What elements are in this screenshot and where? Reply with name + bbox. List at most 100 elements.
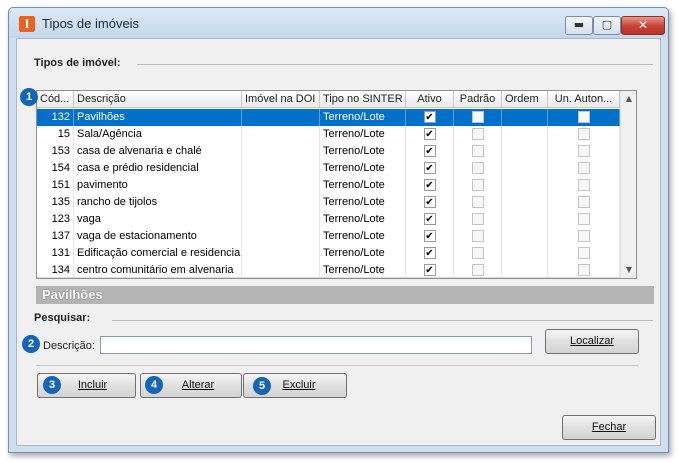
table-cell-code: 15 [37, 126, 74, 143]
table-cell-sinter: Terreno/Lote [320, 211, 406, 228]
padrao-checkbox[interactable] [471, 145, 484, 157]
table-row[interactable]: 15 Sala/Agência Terreno/Lote ✔ [37, 126, 620, 143]
ativo-checkbox[interactable]: ✔ [423, 213, 436, 225]
table-row[interactable]: 131 Edificação comercial e residencial Ter… [37, 245, 620, 262]
table-cell-ordem [502, 126, 548, 143]
table-cell-sinter: Terreno/Lote [320, 194, 406, 211]
table-bottom-edge [37, 277, 620, 278]
padrao-checkbox[interactable] [471, 230, 484, 242]
table-cell-padrao [454, 109, 502, 126]
padrao-checkbox[interactable] [471, 111, 484, 123]
group-divider [137, 64, 653, 65]
table-cell-ativo: ✔ [406, 143, 454, 160]
un_auton-checkbox[interactable] [577, 230, 590, 242]
minimize-button[interactable]: ▬ [565, 16, 593, 35]
table-row[interactable]: 132 Pavilhões Terreno/Lote ✔ [37, 109, 620, 126]
un_auton-checkbox[interactable] [577, 264, 590, 276]
un_auton-checkbox[interactable] [577, 162, 590, 174]
table-cell-sinter: Terreno/Lote [320, 245, 406, 262]
table-cell-code: 137 [37, 228, 74, 245]
un_auton-checkbox[interactable] [577, 196, 590, 208]
un_auton-checkbox[interactable] [577, 179, 590, 191]
table-cell-description: rancho de tijolos [74, 194, 242, 211]
col-header-ordem[interactable]: Ordem [502, 91, 548, 108]
col-header-ativo[interactable]: Ativo [406, 91, 454, 108]
ativo-checkbox[interactable]: ✔ [423, 162, 436, 174]
ativo-checkbox[interactable]: ✔ [423, 230, 436, 242]
col-header-descricao[interactable]: Descrição [74, 91, 242, 108]
col-header-codigo[interactable]: Cód... [37, 91, 74, 108]
table-cell-padrao [454, 211, 502, 228]
callout-badge-2: 2 [22, 335, 40, 353]
scroll-up-icon[interactable]: ▲ [621, 91, 636, 107]
types-table[interactable]: Cód... Descrição Imóvel na DOI Tipo no SINT… [36, 90, 637, 279]
table-cell-un-auton [548, 194, 620, 211]
table-cell-un-auton [548, 126, 620, 143]
padrao-checkbox[interactable] [471, 179, 484, 191]
table-row[interactable]: 137 vaga de estacionamento Terreno/Lote ✔ [37, 228, 620, 245]
table-cell-doi [242, 245, 320, 262]
table-cell-code: 151 [37, 177, 74, 194]
table-row[interactable]: 151 pavimento Terreno/Lote ✔ [37, 177, 620, 194]
padrao-checkbox[interactable] [471, 247, 484, 259]
callout-badge-5: 5 [253, 377, 271, 395]
ativo-checkbox[interactable]: ✔ [423, 196, 436, 208]
un_auton-checkbox[interactable] [577, 213, 590, 225]
fechar-button[interactable]: Fechar [562, 415, 656, 440]
incluir-label: Incluir [77, 379, 108, 391]
padrao-checkbox[interactable] [471, 128, 484, 140]
close-window-button[interactable]: ✕ [621, 16, 665, 35]
table-cell-padrao [454, 245, 502, 262]
table-header: Cód... Descrição Imóvel na DOI Tipo no SINT… [37, 91, 620, 108]
col-header-tipo-sinter[interactable]: Tipo no SINTER [320, 91, 406, 108]
ativo-checkbox[interactable]: ✔ [423, 111, 436, 123]
localizar-button[interactable]: Localizar [545, 329, 639, 354]
maximize-button[interactable]: ▢ [593, 16, 621, 35]
col-header-un-auton[interactable]: Un. Auton... [548, 91, 620, 108]
un_auton-checkbox[interactable] [577, 145, 590, 157]
window-title: Tipos de imóveis [42, 16, 140, 31]
table-cell-sinter: Terreno/Lote [320, 160, 406, 177]
table-cell-sinter: Terreno/Lote [320, 177, 406, 194]
table-cell-doi [242, 228, 320, 245]
un_auton-checkbox[interactable] [577, 128, 590, 140]
table-cell-code: 153 [37, 143, 74, 160]
table-row[interactable]: 135 rancho de tijolos Terreno/Lote ✔ [37, 194, 620, 211]
table-row[interactable]: 154 casa e prédio residencial Terreno/Lote… [37, 160, 620, 177]
table-cell-sinter: Terreno/Lote [320, 109, 406, 126]
padrao-checkbox[interactable] [471, 264, 484, 276]
table-cell-un-auton [548, 143, 620, 160]
selected-record-title: Pavilhões [36, 286, 654, 304]
padrao-checkbox[interactable] [471, 196, 484, 208]
title-bar[interactable]: I Tipos de imóveis ▬ ▢ ✕ [9, 8, 668, 38]
col-header-imovel-doi[interactable]: Imóvel na DOI [242, 91, 320, 108]
table-cell-padrao [454, 228, 502, 245]
ativo-checkbox[interactable]: ✔ [423, 179, 436, 191]
ativo-checkbox[interactable]: ✔ [423, 247, 436, 259]
un_auton-checkbox[interactable] [577, 247, 590, 259]
description-search-input[interactable] [100, 336, 532, 354]
vertical-scrollbar[interactable]: ▲ ▼ [620, 91, 636, 278]
table-cell-doi [242, 109, 320, 126]
ativo-checkbox[interactable]: ✔ [423, 264, 436, 276]
table-cell-doi [242, 211, 320, 228]
ativo-checkbox[interactable]: ✔ [423, 145, 436, 157]
callout-badge-3: 3 [43, 376, 61, 394]
un_auton-checkbox[interactable] [577, 111, 590, 123]
ativo-checkbox[interactable]: ✔ [423, 128, 436, 140]
search-group-label: Pesquisar: [34, 312, 91, 324]
table-cell-padrao [454, 160, 502, 177]
scroll-down-icon[interactable]: ▼ [621, 262, 636, 278]
table-cell-padrao [454, 194, 502, 211]
col-header-padrao[interactable]: Padrão [454, 91, 502, 108]
table-row[interactable]: 123 vaga Terreno/Lote ✔ [37, 211, 620, 228]
table-row[interactable]: 153 casa de alvenaria e chalé Terreno/Lote… [37, 143, 620, 160]
padrao-checkbox[interactable] [471, 162, 484, 174]
table-cell-ativo: ✔ [406, 126, 454, 143]
table-cell-description: casa de alvenaria e chalé [74, 143, 242, 160]
table-cell-code: 123 [37, 211, 74, 228]
table-cell-code: 135 [37, 194, 74, 211]
group-label-tipos: Tipos de imóvel: [34, 57, 121, 69]
table-cell-ordem [502, 160, 548, 177]
padrao-checkbox[interactable] [471, 213, 484, 225]
